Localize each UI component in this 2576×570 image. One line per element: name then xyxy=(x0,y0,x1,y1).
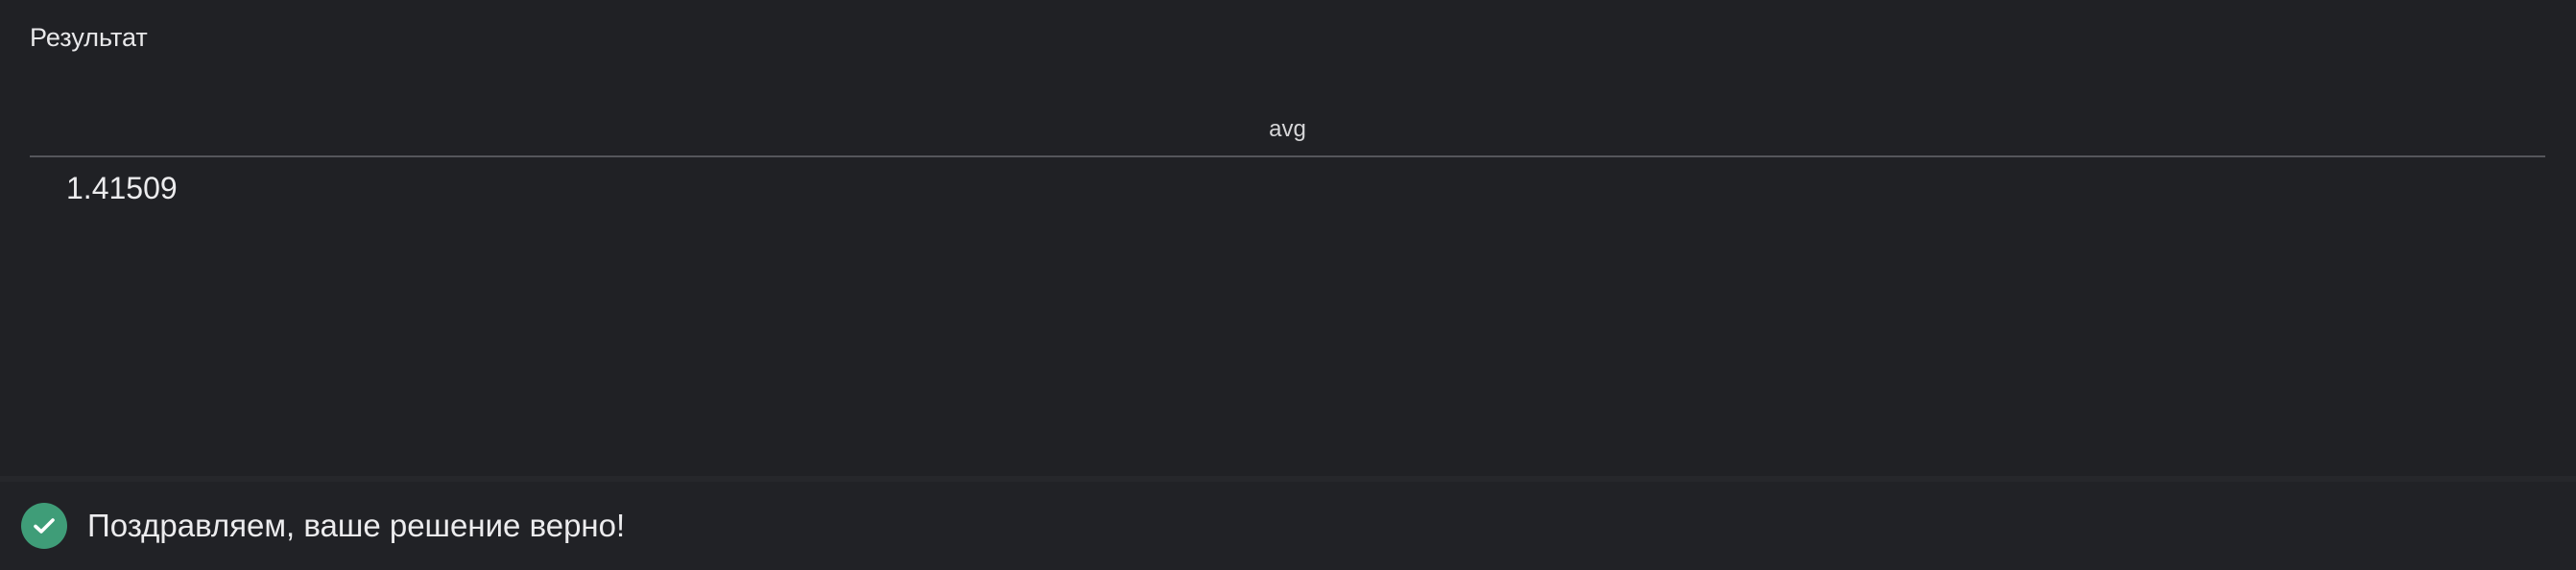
column-header-avg: avg xyxy=(1269,116,1306,142)
status-message: Поздравляем, ваше решение верно! xyxy=(87,508,626,543)
result-panel: Результат avg 1.41509 xyxy=(0,0,2576,476)
status-bar: Поздравляем, ваше решение верно! xyxy=(0,482,2576,570)
check-circle-icon xyxy=(21,503,67,549)
table-header: avg xyxy=(30,104,2545,157)
table-cell-avg: 1.41509 xyxy=(66,171,178,205)
result-title: Результат xyxy=(30,23,148,52)
check-icon xyxy=(34,518,55,534)
table-row: 1.41509 xyxy=(30,157,2545,230)
page: Результат avg 1.41509 Поздравляем, ваше … xyxy=(0,0,2576,570)
results-table: avg 1.41509 xyxy=(30,104,2545,230)
